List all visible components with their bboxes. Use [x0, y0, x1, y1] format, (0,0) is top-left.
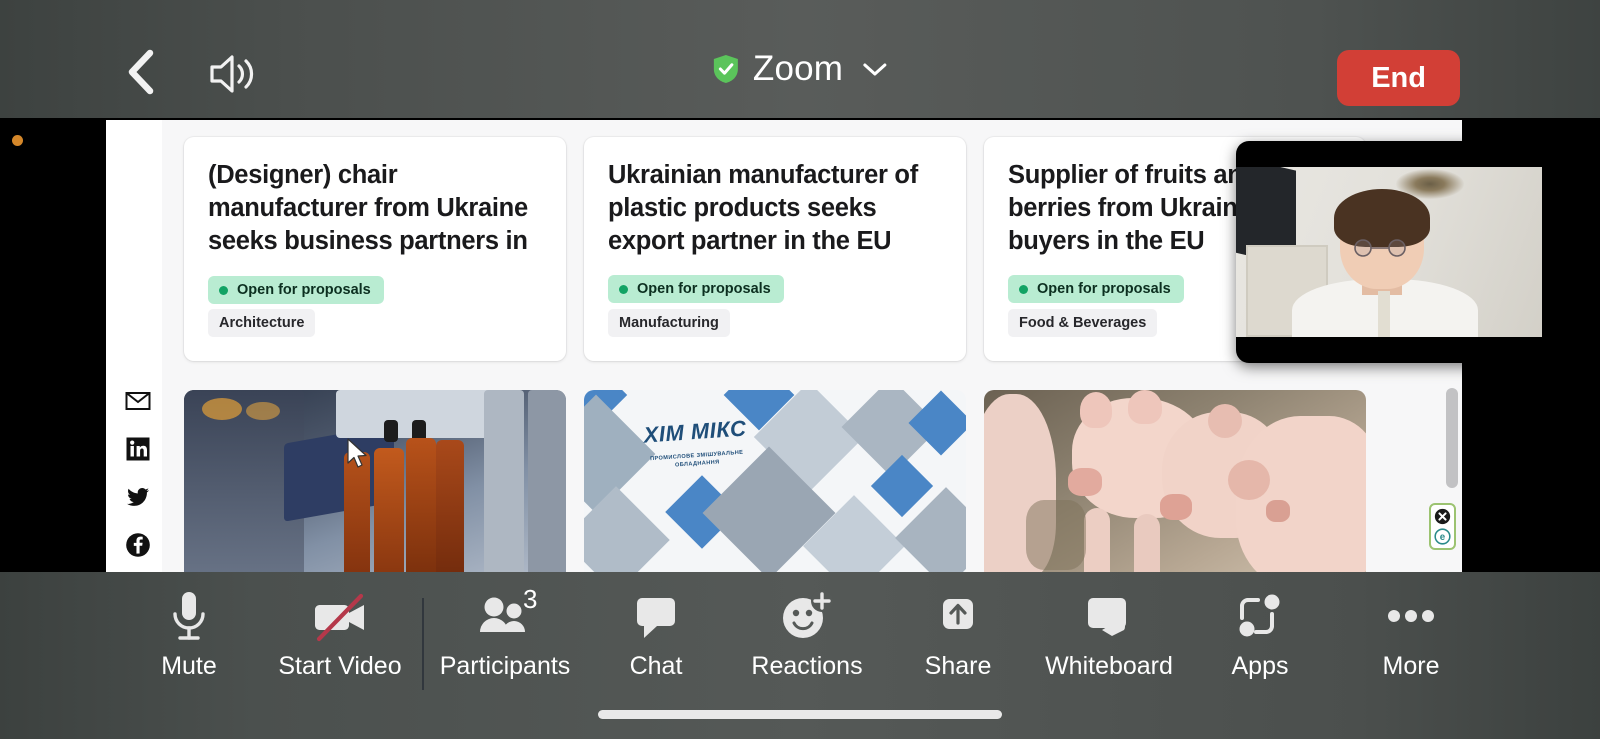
- chat-bubble-icon: [628, 588, 684, 646]
- speaker-volume-icon: [208, 53, 258, 95]
- meeting-top-bar: Zoom End: [0, 0, 1600, 118]
- toolbar-label: More: [1383, 652, 1440, 681]
- share-upload-icon: [930, 588, 986, 646]
- opportunity-images-row: ХІМ МІКС ПРОМИСЛОВЕ ЗМІШУВАЛЬНЕ ОБЛАДНАН…: [184, 390, 1366, 572]
- meeting-title-menu[interactable]: Zoom: [712, 50, 888, 88]
- linkedin-share-icon[interactable]: [125, 436, 151, 462]
- reactions-icon-wrap: [777, 588, 837, 646]
- participants-icon-wrap: 3: [473, 588, 537, 646]
- apps-icon-wrap: [1232, 588, 1288, 646]
- status-badge: Open for proposals: [208, 276, 384, 304]
- apps-icon: [1232, 588, 1288, 646]
- email-share-icon[interactable]: [125, 388, 151, 414]
- home-indicator[interactable]: [598, 710, 1002, 719]
- twitter-share-icon[interactable]: [125, 484, 151, 510]
- toolbar-divider: [422, 598, 424, 690]
- toolbar-item-chat[interactable]: Chat: [581, 588, 732, 681]
- video-person-glasses-icon: [1346, 239, 1418, 257]
- participants-count-badge: 3: [523, 584, 537, 615]
- status-dot-icon: [619, 285, 628, 294]
- chat-icon-wrap: [628, 588, 684, 646]
- recording-dot: [12, 135, 23, 146]
- self-view-video-tile[interactable]: [1236, 141, 1542, 363]
- toolbar-item-reactions[interactable]: Reactions: [732, 588, 883, 681]
- shield-check-icon: [712, 54, 740, 84]
- category-tag: Architecture: [208, 309, 315, 337]
- toolbar-label: Reactions: [751, 652, 862, 681]
- image-card-bottling-plant[interactable]: [184, 390, 566, 572]
- status-dot-icon: [219, 286, 228, 295]
- khimmiks-logo-subtitle: ПРОМИСЛОВЕ ЗМІШУВАЛЬНЕ ОБЛАДНАННЯ: [637, 448, 758, 473]
- toolbar-label: Chat: [630, 652, 683, 681]
- khimmiks-logo: ХІМ МІКС ПРОМИСЛОВЕ ЗМІШУВАЛЬНЕ ОБЛАДНАН…: [635, 418, 758, 472]
- more-icon-wrap: [1380, 588, 1442, 646]
- end-meeting-button[interactable]: End: [1337, 50, 1460, 106]
- back-button[interactable]: [118, 50, 162, 94]
- reactions-smiley-plus-icon: [777, 588, 837, 646]
- zoom-meeting-screen: Zoom End: [0, 0, 1600, 739]
- toolbar-item-more[interactable]: More: [1336, 588, 1487, 681]
- microphone-icon: [163, 588, 215, 646]
- self-view-video-frame: [1236, 167, 1542, 337]
- status-badge: Open for proposals: [1008, 275, 1184, 303]
- toolbar-label: Share: [925, 652, 992, 681]
- card-title: (Designer) chair manufacturer from Ukrai…: [208, 159, 542, 259]
- category-tag: Food & Beverages: [1008, 309, 1157, 337]
- status-badge: Open for proposals: [608, 275, 784, 303]
- status-badge-label: Open for proposals: [637, 281, 771, 297]
- image-card-khimmiks-banner[interactable]: ХІМ МІКС ПРОМИСЛОВЕ ЗМІШУВАЛЬНЕ ОБЛАДНАН…: [584, 390, 966, 572]
- facebook-share-icon[interactable]: [125, 532, 151, 558]
- mute-icon-wrap: [163, 588, 215, 646]
- status-badge-label: Open for proposals: [1037, 281, 1171, 297]
- toolbar-label: Whiteboard: [1045, 652, 1173, 681]
- meeting-controls-toolbar: Mute Start Video: [0, 572, 1600, 739]
- opportunity-card[interactable]: (Designer) chair manufacturer from Ukrai…: [184, 137, 566, 361]
- toolbar-label: Participants: [440, 652, 571, 681]
- e-badge-icon[interactable]: e: [1434, 528, 1451, 545]
- content-scrollbar-thumb[interactable]: [1446, 388, 1458, 488]
- toolbar-item-whiteboard[interactable]: Whiteboard: [1034, 588, 1185, 681]
- chevron-left-icon: [123, 48, 157, 96]
- page-title: Zoom: [753, 50, 843, 88]
- image-card-pigs-farm[interactable]: [984, 390, 1366, 572]
- khimmiks-logo-text: ХІМ МІКС: [635, 418, 756, 447]
- toolbar-label: Start Video: [278, 652, 401, 681]
- toolbar-item-share[interactable]: Share: [883, 588, 1034, 681]
- whiteboard-icon: [1078, 588, 1140, 646]
- speaker-toggle-button[interactable]: [205, 52, 261, 96]
- toolbar-item-participants[interactable]: 3 Participants: [430, 588, 581, 681]
- whiteboard-icon-wrap: [1078, 588, 1140, 646]
- video-icon-wrap: [308, 588, 372, 646]
- toolbar-label: Mute: [161, 652, 217, 681]
- toolbar-item-mute[interactable]: Mute: [114, 588, 265, 681]
- opportunity-cards-row: (Designer) chair manufacturer from Ukrai…: [184, 137, 1366, 361]
- opportunity-card[interactable]: Ukrainian manufacturer of plastic produc…: [584, 137, 966, 361]
- video-off-icon: [308, 588, 372, 646]
- card-title: Ukrainian manufacturer of plastic produc…: [608, 159, 942, 258]
- close-circle-icon[interactable]: [1434, 508, 1451, 525]
- share-icon-wrap: [930, 588, 986, 646]
- toolbar-item-apps[interactable]: Apps: [1185, 588, 1336, 681]
- toolbar-label: Apps: [1232, 652, 1289, 681]
- more-dots-icon: [1380, 588, 1442, 646]
- chevron-down-icon: [862, 61, 888, 77]
- category-tag: Manufacturing: [608, 309, 730, 337]
- svg-text:e: e: [1440, 532, 1446, 543]
- toolbar-item-start-video[interactable]: Start Video: [265, 588, 416, 681]
- social-share-rail: [114, 388, 162, 558]
- floating-helper-widget[interactable]: e: [1429, 503, 1456, 550]
- status-badge-label: Open for proposals: [237, 282, 371, 298]
- video-person-shirt-placket: [1378, 291, 1390, 337]
- status-dot-icon: [1019, 285, 1028, 294]
